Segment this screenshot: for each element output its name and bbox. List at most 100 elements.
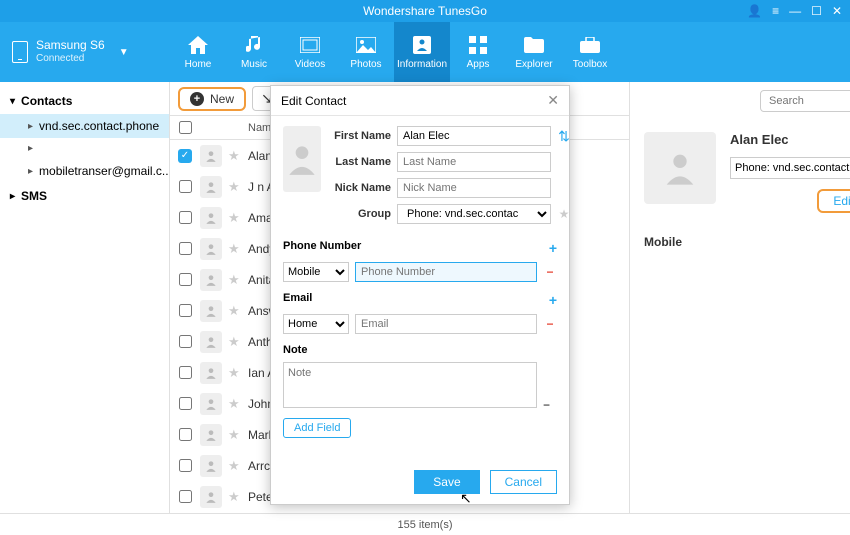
star-icon[interactable]: ★ xyxy=(228,334,240,349)
group-select[interactable]: Phone: vnd.sec.contac xyxy=(397,204,551,224)
star-icon[interactable]: ★ xyxy=(228,396,240,411)
user-icon[interactable]: 👤 xyxy=(747,4,762,18)
note-section-label: Note xyxy=(283,344,307,356)
tab-toolbox[interactable]: Toolbox xyxy=(562,22,618,82)
close-icon[interactable]: ✕ xyxy=(832,4,842,18)
tab-videos[interactable]: Videos xyxy=(282,22,338,82)
email-type-select[interactable]: Home xyxy=(283,314,349,334)
app-title: Wondershare TunesGo xyxy=(363,4,487,18)
remove-note-icon[interactable]: − xyxy=(543,398,550,412)
email-input[interactable] xyxy=(355,314,537,334)
group-select[interactable]: Phone: vnd.sec.contact.phone xyxy=(730,157,850,179)
email-section-label: Email xyxy=(283,292,312,308)
favorite-icon[interactable]: ★ xyxy=(557,207,571,221)
cancel-button[interactable]: Cancel xyxy=(490,470,557,494)
star-icon[interactable]: ★ xyxy=(228,241,240,256)
minimize-icon[interactable]: — xyxy=(789,4,801,18)
row-checkbox[interactable] xyxy=(179,211,192,224)
chevron-right-icon: ▸ xyxy=(28,143,33,154)
star-icon[interactable]: ★ xyxy=(228,272,240,287)
row-checkbox[interactable] xyxy=(179,304,192,317)
contact-detail-panel: 🔍 Alan Elec Phone: vnd.sec.contact.phone… xyxy=(630,82,850,513)
tab-home[interactable]: Home xyxy=(170,22,226,82)
row-checkbox[interactable] xyxy=(179,180,192,193)
menu-icon[interactable]: ≡ xyxy=(772,4,779,18)
swap-names-icon[interactable]: ⇅ xyxy=(557,128,571,145)
sidebar-item-gmail[interactable]: ▸mobiletranser@gmail.c... xyxy=(0,159,169,183)
item-count: 155 item(s) xyxy=(397,519,452,531)
sidebar-item-2[interactable]: ▸ xyxy=(0,138,169,159)
last-name-input[interactable] xyxy=(397,152,551,172)
note-textarea[interactable] xyxy=(283,362,537,408)
chevron-right-icon: ▸ xyxy=(28,166,33,177)
avatar xyxy=(200,486,222,508)
star-icon[interactable]: ★ xyxy=(228,179,240,194)
remove-phone-icon[interactable]: − xyxy=(543,265,557,279)
edit-button[interactable]: Edit xyxy=(817,189,850,213)
group-label: Group xyxy=(331,208,391,220)
row-checkbox[interactable] xyxy=(179,397,192,410)
contact-name: Alan Elec xyxy=(730,132,850,147)
row-checkbox[interactable] xyxy=(179,490,192,503)
row-checkbox[interactable] xyxy=(179,459,192,472)
first-name-input[interactable] xyxy=(397,126,551,146)
star-icon[interactable]: ★ xyxy=(228,303,240,318)
star-icon[interactable]: ★ xyxy=(228,365,240,380)
status-bar: 155 item(s) xyxy=(0,513,850,535)
star-icon[interactable]: ★ xyxy=(228,148,240,163)
phone-type-select[interactable]: Mobile xyxy=(283,262,349,282)
row-checkbox[interactable] xyxy=(179,273,192,286)
phone-input[interactable] xyxy=(355,262,537,282)
add-phone-icon[interactable]: + xyxy=(549,240,557,256)
nav-tabs: Home Music Videos Photos Information App… xyxy=(170,22,618,82)
star-icon[interactable]: ★ xyxy=(228,210,240,225)
tab-apps[interactable]: Apps xyxy=(450,22,506,82)
maximize-icon[interactable]: ☐ xyxy=(811,4,822,18)
title-bar: Wondershare TunesGo 👤 ≡ — ☐ ✕ xyxy=(0,0,850,22)
row-checkbox[interactable] xyxy=(179,242,192,255)
sidebar-contacts-head[interactable]: ▾Contacts xyxy=(0,88,169,114)
nick-name-input[interactable] xyxy=(397,178,551,198)
device-name: Samsung S6 xyxy=(36,38,105,52)
star-icon[interactable]: ★ xyxy=(228,458,240,473)
avatar xyxy=(644,132,716,204)
sidebar-sms-head[interactable]: ▸SMS xyxy=(0,183,169,209)
save-button[interactable]: Save xyxy=(414,470,479,494)
modal-title: Edit Contact xyxy=(281,94,346,108)
avatar xyxy=(200,455,222,477)
chevron-right-icon: ▸ xyxy=(10,191,15,202)
add-email-icon[interactable]: + xyxy=(549,292,557,308)
sidebar-item-phone[interactable]: ▸vnd.sec.contact.phone xyxy=(0,114,169,138)
avatar xyxy=(200,145,222,167)
search-input[interactable] xyxy=(760,90,850,112)
device-selector[interactable]: Samsung S6 Connected ▼ xyxy=(0,38,170,66)
select-all-checkbox[interactable] xyxy=(179,121,192,134)
tab-photos[interactable]: Photos xyxy=(338,22,394,82)
avatar xyxy=(200,393,222,415)
row-checkbox[interactable] xyxy=(179,335,192,348)
tab-explorer[interactable]: Explorer xyxy=(506,22,562,82)
add-field-button[interactable]: Add Field xyxy=(283,418,351,438)
row-checkbox[interactable] xyxy=(179,428,192,441)
first-name-label: First Name xyxy=(331,130,391,142)
avatar xyxy=(200,424,222,446)
tab-music[interactable]: Music xyxy=(226,22,282,82)
avatar xyxy=(200,269,222,291)
new-button[interactable]: +New xyxy=(178,87,246,111)
star-icon[interactable]: ★ xyxy=(228,427,240,442)
phone-icon xyxy=(12,41,28,63)
mobile-label: Mobile xyxy=(644,235,704,249)
edit-contact-modal: Edit Contact ✕ First Name⇅ Last Name⇅ Ni… xyxy=(270,85,570,505)
plus-icon: + xyxy=(190,92,204,106)
checkbox-checked[interactable]: ✓ xyxy=(178,149,192,163)
close-icon[interactable]: ✕ xyxy=(547,92,559,109)
tab-information[interactable]: Information xyxy=(394,22,450,82)
phone-section-label: Phone Number xyxy=(283,240,361,256)
chevron-right-icon: ▸ xyxy=(28,121,33,132)
device-status: Connected xyxy=(36,52,105,66)
star-icon[interactable]: ★ xyxy=(228,489,240,504)
row-checkbox[interactable] xyxy=(179,366,192,379)
avatar xyxy=(200,300,222,322)
avatar[interactable] xyxy=(283,126,321,192)
remove-email-icon[interactable]: − xyxy=(543,317,557,331)
